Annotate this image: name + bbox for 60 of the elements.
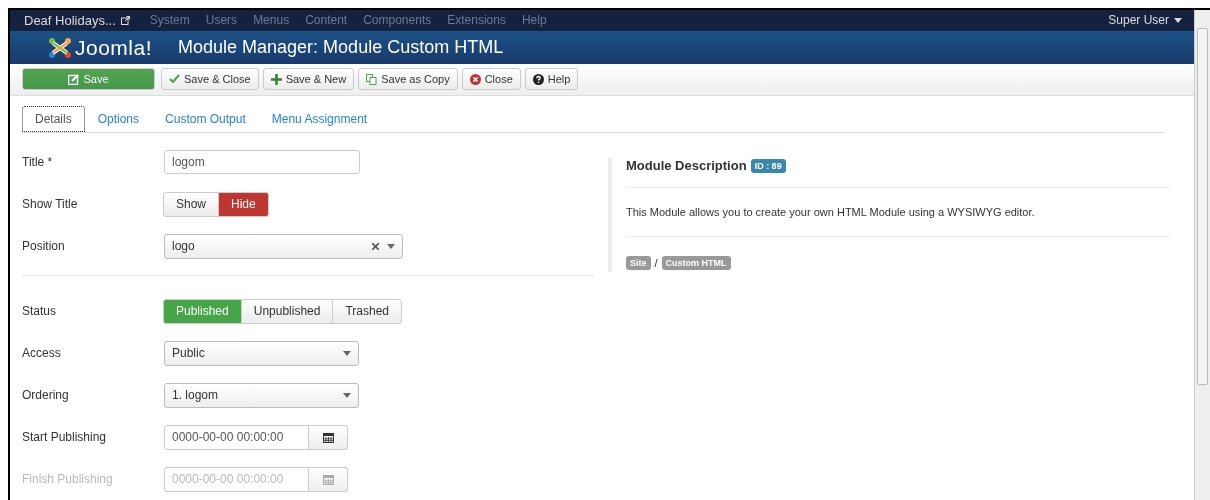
field-label: Show Title [22,197,79,211]
menu-item[interactable]: Content [305,13,348,28]
tab[interactable]: Options [84,105,153,132]
check-icon [169,74,180,85]
menu-item[interactable]: Help [521,13,547,28]
toolbar-button[interactable]: Close [461,68,521,91]
description-text: This Module allows you to create your own HTML Module using a WYSIWYG editor. [626,188,1171,237]
clear-icon [372,242,379,250]
calendar-icon [322,431,334,443]
tab[interactable]: Menu Assignment [258,105,381,132]
menu-item[interactable]: System [149,13,190,28]
field-label: Ordering [22,388,70,402]
path-badge: Custom HTML [661,256,731,270]
caret-icon [387,243,395,249]
menu-item[interactable]: Menus [253,13,290,28]
title-input[interactable]: logom [164,150,360,174]
dropdown-select[interactable]: 1. logom [164,382,359,408]
field-label: Title * [22,155,54,169]
toolbar-button[interactable]: Save & Close [161,68,259,91]
menu-item[interactable]: Extensions [447,13,506,28]
copy-icon [366,74,378,85]
menu-item[interactable]: Components [363,13,432,28]
caret-icon [343,392,351,398]
scrollbar[interactable] [1194,10,1210,500]
tab[interactable]: Custom Output [152,105,259,132]
calendar-icon [322,473,334,485]
position-select[interactable]: logo [164,233,403,259]
field-label: Start Publishing [22,430,108,444]
logo-text: Joomla! [75,35,153,60]
caret-icon [1174,17,1182,23]
description-title: Module Description [626,158,747,173]
page-title: Module Manager: Module Custom HTML [178,37,504,59]
menu-item[interactable]: Users [205,13,238,28]
close-icon [469,74,481,85]
help-icon [532,74,544,85]
toolbar-button[interactable]: Save & New [262,68,355,91]
caret-icon [343,350,351,356]
site-link[interactable]: Deaf Holidays... [24,12,130,28]
logo-icon [48,36,72,59]
toggle-option[interactable]: Trashed [332,298,402,324]
id-badge: ID : 89 [750,158,786,173]
tab[interactable]: Details [22,105,85,132]
toggle-option[interactable]: Show [163,191,220,217]
user-menu[interactable]: Super User [1108,13,1182,28]
dropdown-select[interactable]: Public [164,340,359,366]
field-label: Status [22,304,58,318]
field-label: Finish Publishing [22,472,114,486]
field-label: Access [22,346,62,360]
edit-icon [68,74,80,85]
external-link-icon [120,15,130,25]
field-label: Position [22,239,66,253]
date-input[interactable]: 0000-00-00 00:00:00 [164,424,309,450]
plus-icon [270,74,282,85]
path-separator: / [654,257,658,269]
toggle-option[interactable]: Hide [218,191,269,217]
calendar-button[interactable] [309,424,348,450]
toggle-option[interactable]: Unpublished [240,298,334,324]
toolbar-button[interactable]: Help [524,68,579,91]
toolbar-button[interactable]: Save as Copy [358,68,458,91]
path-badge: Site [626,256,651,270]
